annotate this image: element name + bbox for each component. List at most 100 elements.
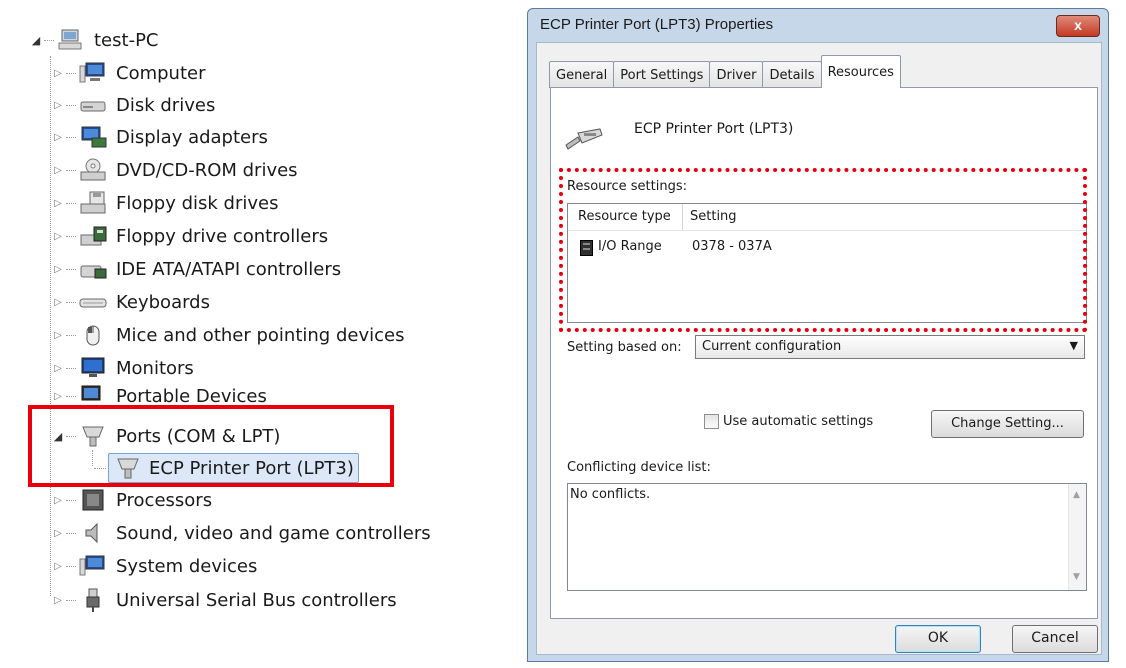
tree-item-label: IDE ATA/ATAPI controllers: [116, 258, 342, 280]
tree-dots: [66, 136, 76, 138]
setting-based-on-label: Setting based on:: [567, 340, 682, 355]
mouse-icon: [78, 322, 108, 348]
conflicting-text: No conflicts.: [570, 487, 651, 502]
collapsed-arrow-icon[interactable]: ▷: [52, 593, 64, 607]
tab-details[interactable]: Details: [762, 61, 822, 88]
tree-item-monitors[interactable]: ▷ Monitors: [52, 352, 194, 384]
close-button[interactable]: x: [1056, 15, 1100, 37]
tree-item-label: Computer: [116, 62, 206, 84]
tab-label: Driver: [716, 67, 757, 83]
tree-item-usb[interactable]: ▷ Universal Serial Bus controllers: [52, 584, 397, 616]
tree-item-label: Mice and other pointing devices: [116, 324, 405, 346]
tree-item-label: Monitors: [116, 357, 194, 379]
tree-dots: [66, 599, 76, 601]
conflicting-device-list-label: Conflicting device list:: [567, 460, 711, 475]
tree-item-ide-controllers[interactable]: ▷ IDE ATA/ATAPI controllers: [52, 253, 341, 285]
tree-dots: [66, 565, 76, 567]
close-icon: x: [1074, 17, 1082, 33]
tree-item-label: DVD/CD-ROM drives: [116, 159, 298, 181]
tree-item-label: Universal Serial Bus controllers: [116, 589, 397, 611]
collapsed-arrow-icon[interactable]: ▷: [52, 262, 64, 276]
disk-drive-icon: [78, 92, 108, 118]
tree-dots: [66, 104, 76, 106]
select-value: Current configuration: [702, 339, 842, 354]
tree-root-label: test-PC: [94, 29, 159, 51]
dvd-drive-icon: [78, 157, 108, 183]
tab-resources[interactable]: Resources: [820, 55, 901, 88]
tree-item-portable-devices[interactable]: ▷ Portable Devices: [52, 385, 267, 407]
tab-driver[interactable]: Driver: [709, 61, 764, 88]
scroll-up-icon[interactable]: ▲: [1073, 490, 1080, 500]
tree-item-label: Sound, video and game controllers: [116, 522, 431, 544]
collapsed-arrow-icon[interactable]: ▷: [52, 295, 64, 309]
tree-item-label: Disk drives: [116, 94, 216, 116]
ide-controller-icon: [78, 256, 108, 282]
tree-item-system-devices[interactable]: ▷ System devices: [52, 550, 257, 582]
collapsed-arrow-icon[interactable]: ▷: [52, 163, 64, 177]
tree-item-processors[interactable]: ▷ Processors: [52, 484, 212, 516]
change-setting-button[interactable]: Change Setting...: [931, 410, 1084, 438]
tree-item-label: System devices: [116, 555, 258, 577]
tree-item-sound[interactable]: ▷ Sound, video and game controllers: [52, 517, 431, 549]
tree-item-floppy-drive-controllers[interactable]: ▷ Floppy drive controllers: [52, 220, 328, 252]
tab-general[interactable]: General: [549, 61, 615, 88]
collapsed-arrow-icon[interactable]: ▷: [52, 526, 64, 540]
collapsed-arrow-icon[interactable]: ▷: [52, 493, 64, 507]
tree-item-label: Portable Devices: [116, 385, 267, 407]
setting-based-on-select[interactable]: Current configuration ▼: [695, 335, 1085, 359]
expanded-arrow-icon[interactable]: ◢: [30, 33, 42, 47]
tree-item-label: Floppy disk drives: [116, 192, 279, 214]
tree-item-label: Processors: [116, 489, 213, 511]
collapsed-arrow-icon[interactable]: ▷: [52, 559, 64, 573]
monitor-icon: [78, 355, 108, 381]
highlight-dotted-frame: [559, 168, 1087, 332]
tree-dots: [66, 268, 76, 270]
collapsed-arrow-icon[interactable]: ▷: [52, 98, 64, 112]
ok-button[interactable]: OK: [895, 625, 981, 653]
tree-dots: [44, 39, 54, 41]
tree-dots: [66, 334, 76, 336]
collapsed-arrow-icon[interactable]: ▷: [52, 229, 64, 243]
tree-item-computer[interactable]: ▷ Computer: [52, 57, 205, 89]
floppy-controller-icon: [78, 223, 108, 249]
tree-dots: [66, 367, 76, 369]
tab-strip: General Port Settings Driver Details Res…: [549, 54, 901, 88]
collapsed-arrow-icon[interactable]: ▷: [52, 196, 64, 210]
tree-item-label: Display adapters: [116, 126, 268, 148]
printer-port-icon: [564, 127, 604, 153]
computer-root-icon: [56, 27, 86, 53]
highlight-frame: [28, 405, 394, 487]
collapsed-arrow-icon[interactable]: ▷: [52, 66, 64, 80]
tab-label: Port Settings: [620, 67, 704, 83]
dialog-titlebar[interactable]: ECP Printer Port (LPT3) Properties x: [528, 9, 1108, 39]
collapsed-arrow-icon[interactable]: ▷: [52, 130, 64, 144]
dropdown-arrow-icon[interactable]: ▼: [1070, 339, 1078, 352]
collapsed-arrow-icon[interactable]: ▷: [52, 328, 64, 342]
scroll-down-icon[interactable]: ▼: [1073, 572, 1080, 582]
tab-port-settings[interactable]: Port Settings: [613, 61, 711, 88]
cancel-button[interactable]: Cancel: [1012, 625, 1098, 653]
use-automatic-checkbox[interactable]: [704, 414, 719, 429]
tree-item-display-adapters[interactable]: ▷ Display adapters: [52, 121, 268, 153]
tree-dots: [66, 72, 76, 74]
tree-item-floppy-disk-drives[interactable]: ▷ Floppy disk drives: [52, 187, 278, 219]
speaker-icon: [78, 520, 108, 546]
conflicting-device-list[interactable]: No conflicts. ▲ ▼: [567, 483, 1087, 591]
tree-dots: [66, 202, 76, 204]
tree-item-mice[interactable]: ▷ Mice and other pointing devices: [52, 319, 404, 351]
tree-item-label: Keyboards: [116, 291, 210, 313]
tree-dots: [66, 395, 76, 397]
vertical-scrollbar[interactable]: ▲ ▼: [1068, 484, 1086, 590]
tree-dots: [66, 169, 76, 171]
tree-item-dvd-drives[interactable]: ▷ DVD/CD-ROM drives: [52, 154, 298, 186]
use-automatic-label[interactable]: Use automatic settings: [723, 414, 873, 429]
collapsed-arrow-icon[interactable]: ▷: [52, 361, 64, 375]
tree-item-disk-drives[interactable]: ▷ Disk drives: [52, 89, 215, 121]
tree-root[interactable]: ◢ test-PC: [30, 24, 159, 56]
system-device-icon: [78, 553, 108, 579]
collapsed-arrow-icon[interactable]: ▷: [52, 389, 64, 403]
tab-label: General: [556, 67, 608, 83]
floppy-drive-icon: [78, 190, 108, 216]
processor-icon: [78, 487, 108, 513]
tree-item-keyboards[interactable]: ▷ Keyboards: [52, 286, 210, 318]
